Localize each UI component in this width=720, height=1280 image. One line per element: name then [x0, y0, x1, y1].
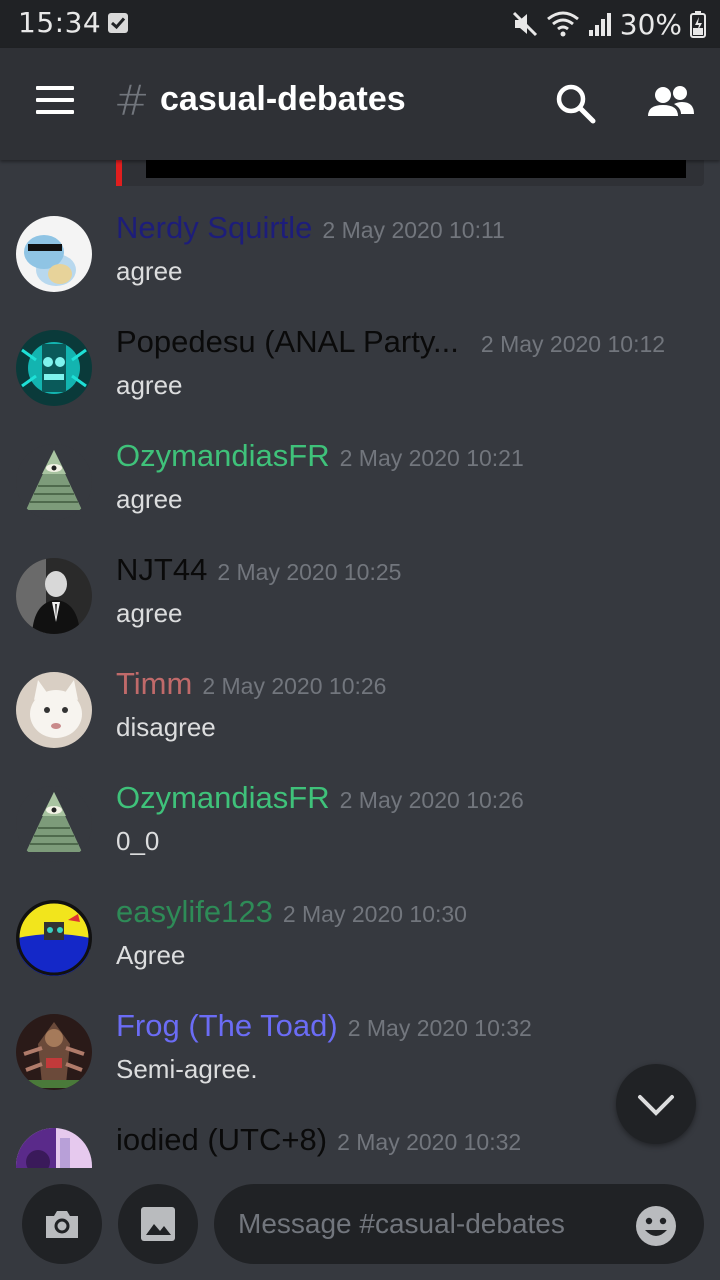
dark-idol-avatar[interactable]	[16, 1014, 92, 1090]
timestamp: 2 May 2020 10:30	[282, 901, 467, 927]
username[interactable]: OzymandiasFR	[116, 780, 330, 815]
battery-percent: 30%	[619, 7, 682, 41]
message-text: disagree	[116, 712, 216, 742]
message-composer	[0, 1168, 720, 1280]
message-item[interactable]: Nerdy Squirtle 2 May 2020 10:11 agree	[0, 210, 720, 330]
search-icon[interactable]	[552, 80, 600, 128]
channel-title: casual-debates	[160, 80, 406, 118]
image-button[interactable]	[118, 1184, 198, 1264]
timestamp: 2 May 2020 10:32	[347, 1015, 532, 1041]
message-text: Semi-agree.	[116, 1054, 258, 1084]
notification-check-icon	[108, 13, 128, 33]
eye-pyramid-avatar[interactable]	[16, 786, 92, 862]
signal-icon	[588, 10, 612, 38]
message-item[interactable]: Popedesu (ANAL Party... 2 May 2020 10:12 …	[0, 324, 720, 444]
message-item[interactable]: OzymandiasFR 2 May 2020 10:21 agree	[0, 438, 720, 558]
message-text: agree	[116, 598, 183, 628]
message-text: agree	[116, 484, 183, 514]
message-text: 0_0	[116, 826, 160, 856]
message-header: easylife123 2 May 2020 10:30	[116, 894, 467, 930]
channel-header: # casual-debates	[0, 48, 720, 160]
message-header: Timm 2 May 2020 10:26	[116, 666, 386, 702]
eye-pyramid-avatar[interactable]	[16, 444, 92, 520]
camera-button[interactable]	[22, 1184, 102, 1264]
status-bar: 15:34 30%	[0, 0, 720, 48]
channel-hash: #	[114, 76, 150, 125]
message-input[interactable]	[214, 1184, 704, 1264]
username[interactable]: Nerdy Squirtle	[116, 210, 312, 245]
message-text: Agree	[116, 940, 186, 970]
timestamp: 2 May 2020 10:21	[339, 445, 524, 471]
cyan-idol-avatar[interactable]	[16, 330, 92, 406]
timestamp: 2 May 2020 10:25	[217, 559, 402, 585]
image-icon	[141, 1207, 175, 1241]
camera-icon	[46, 1211, 78, 1238]
mute-icon	[512, 10, 538, 38]
message-header: OzymandiasFR 2 May 2020 10:26	[116, 780, 524, 816]
scroll-to-bottom-button[interactable]	[616, 1064, 696, 1144]
message-text: agree	[116, 370, 183, 400]
username[interactable]: iodied (UTC+8)	[116, 1122, 327, 1157]
message-item[interactable]: easylife123 2 May 2020 10:30 Agree	[0, 894, 720, 1014]
emoji-icon[interactable]	[634, 1204, 678, 1248]
squirtle-sunglasses-avatar[interactable]	[16, 216, 92, 292]
message-item[interactable]: Frog (The Toad) 2 May 2020 10:32 Semi-agr…	[0, 1008, 720, 1128]
username[interactable]: NJT44	[116, 552, 207, 587]
message-header: Nerdy Squirtle 2 May 2020 10:11	[116, 210, 505, 246]
username[interactable]: Popedesu (ANAL Party...	[116, 324, 459, 359]
message-text: agree	[116, 256, 183, 286]
wifi-icon	[546, 10, 580, 38]
message-header: OzymandiasFR 2 May 2020 10:21	[116, 438, 524, 474]
timestamp: 2 May 2020 10:26	[339, 787, 524, 813]
message-header: Popedesu (ANAL Party... 2 May 2020 10:12	[116, 324, 665, 360]
hamburger-menu-icon[interactable]	[36, 86, 76, 118]
username[interactable]: easylife123	[116, 894, 273, 929]
status-icons: 30%	[512, 6, 706, 42]
battery-icon	[690, 10, 706, 38]
message-header: NJT44 2 May 2020 10:25	[116, 552, 401, 588]
suited-man-avatar[interactable]	[16, 558, 92, 634]
yellow-blue-ball-avatar[interactable]	[16, 900, 92, 976]
message-item[interactable]: OzymandiasFR 2 May 2020 10:26 0_0	[0, 780, 720, 900]
message-item[interactable]: NJT44 2 May 2020 10:25 agree	[0, 552, 720, 672]
username[interactable]: Timm	[116, 666, 192, 701]
message-item[interactable]: iodied (UTC+8) 2 May 2020 10:32	[0, 1122, 720, 1168]
purple-abstract-avatar[interactable]	[16, 1128, 92, 1168]
message-header: iodied (UTC+8) 2 May 2020 10:32	[116, 1122, 521, 1158]
members-icon[interactable]	[644, 82, 698, 126]
white-cat-avatar[interactable]	[16, 672, 92, 748]
message-item[interactable]: Timm 2 May 2020 10:26 disagree	[0, 666, 720, 786]
timestamp: 2 May 2020 10:26	[202, 673, 387, 699]
username[interactable]: OzymandiasFR	[116, 438, 330, 473]
message-list[interactable]: Nerdy Squirtle 2 May 2020 10:11 agree Pop…	[0, 160, 720, 1168]
status-time: 15:34	[18, 6, 102, 39]
username[interactable]: Frog (The Toad)	[116, 1008, 338, 1043]
timestamp: 2 May 2020 10:12	[480, 331, 666, 357]
timestamp: 2 May 2020 10:11	[322, 217, 505, 243]
scroll-down-chevron-icon	[638, 1095, 674, 1116]
timestamp: 2 May 2020 10:32	[337, 1129, 522, 1155]
message-header: Frog (The Toad) 2 May 2020 10:32	[116, 1008, 532, 1044]
